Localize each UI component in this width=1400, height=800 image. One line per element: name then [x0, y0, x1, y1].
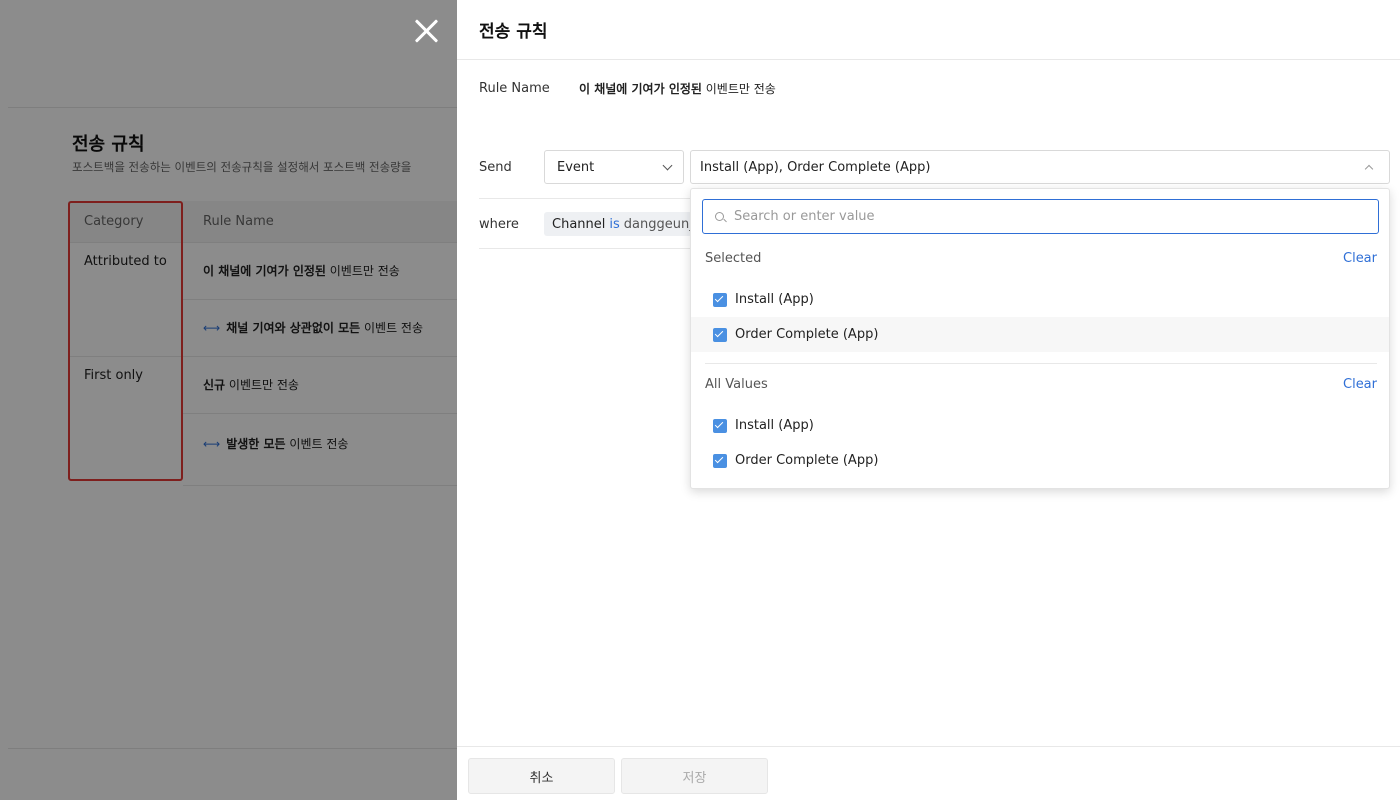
- divider: [479, 198, 699, 199]
- divider: [705, 363, 1377, 364]
- event-type-value: Event: [557, 159, 595, 175]
- where-row: where Channel is danggeun_: [479, 212, 692, 236]
- save-button[interactable]: 저장: [621, 758, 768, 794]
- send-label: Send: [479, 159, 512, 175]
- option-label: Install (App): [735, 418, 814, 433]
- selected-section-header: Selected Clear: [705, 251, 1377, 266]
- option-item[interactable]: Order Complete (App): [691, 317, 1389, 352]
- close-icon[interactable]: [410, 14, 444, 48]
- search-field[interactable]: [702, 199, 1379, 234]
- checkbox-checked-icon[interactable]: [713, 292, 727, 307]
- drawer-footer: 취소 저장: [457, 746, 1400, 800]
- rule-name-rest: 이벤트만 전송: [701, 82, 776, 96]
- send-row: Send Event Install (App), Order Complete…: [479, 150, 1390, 184]
- cancel-button[interactable]: 취소: [468, 758, 615, 794]
- option-item[interactable]: Install (App): [691, 282, 1389, 317]
- condition-chip[interactable]: Channel is danggeun_: [544, 212, 692, 236]
- event-type-select[interactable]: Event: [544, 150, 684, 184]
- rule-name-label: Rule Name: [479, 81, 550, 96]
- option-label: Order Complete (App): [735, 453, 879, 468]
- values-dropdown: Selected Clear Install (App) Order Compl…: [690, 188, 1390, 489]
- option-label: Order Complete (App): [735, 327, 879, 342]
- clear-selected-button[interactable]: Clear: [1343, 251, 1377, 266]
- option-item[interactable]: Install (App): [691, 408, 1389, 443]
- condition-value: danggeun_: [623, 216, 692, 232]
- clear-all-button[interactable]: Clear: [1343, 377, 1377, 392]
- checkbox-checked-icon[interactable]: [713, 453, 727, 468]
- drawer-header: 전송 규칙: [457, 0, 1400, 60]
- where-label: where: [479, 216, 519, 232]
- event-values-text: Install (App), Order Complete (App): [700, 159, 931, 175]
- chevron-up-icon: [1364, 164, 1374, 174]
- all-values-section-header: All Values Clear: [705, 377, 1377, 392]
- all-values-section-title: All Values: [705, 377, 768, 392]
- search-icon: [715, 212, 724, 221]
- condition-operator: is: [609, 216, 620, 232]
- checkbox-checked-icon[interactable]: [713, 418, 727, 433]
- option-label: Install (App): [735, 292, 814, 307]
- rule-name-row: Rule Name 이 채널에 기여가 인정된 이벤트만 전송: [479, 80, 776, 97]
- search-input[interactable]: [734, 209, 1334, 224]
- selected-section-title: Selected: [705, 251, 762, 266]
- option-item[interactable]: Order Complete (App): [691, 443, 1389, 478]
- rule-name-bold: 이 채널에 기여가 인정된: [579, 82, 702, 96]
- event-values-select[interactable]: Install (App), Order Complete (App): [690, 150, 1390, 184]
- checkbox-checked-icon[interactable]: [713, 327, 727, 342]
- rule-name-value: 이 채널에 기여가 인정된 이벤트만 전송: [579, 80, 776, 97]
- chevron-down-icon: [662, 160, 673, 170]
- drawer-title: 전송 규칙: [479, 22, 548, 42]
- divider: [479, 248, 699, 249]
- condition-field: Channel: [552, 216, 606, 232]
